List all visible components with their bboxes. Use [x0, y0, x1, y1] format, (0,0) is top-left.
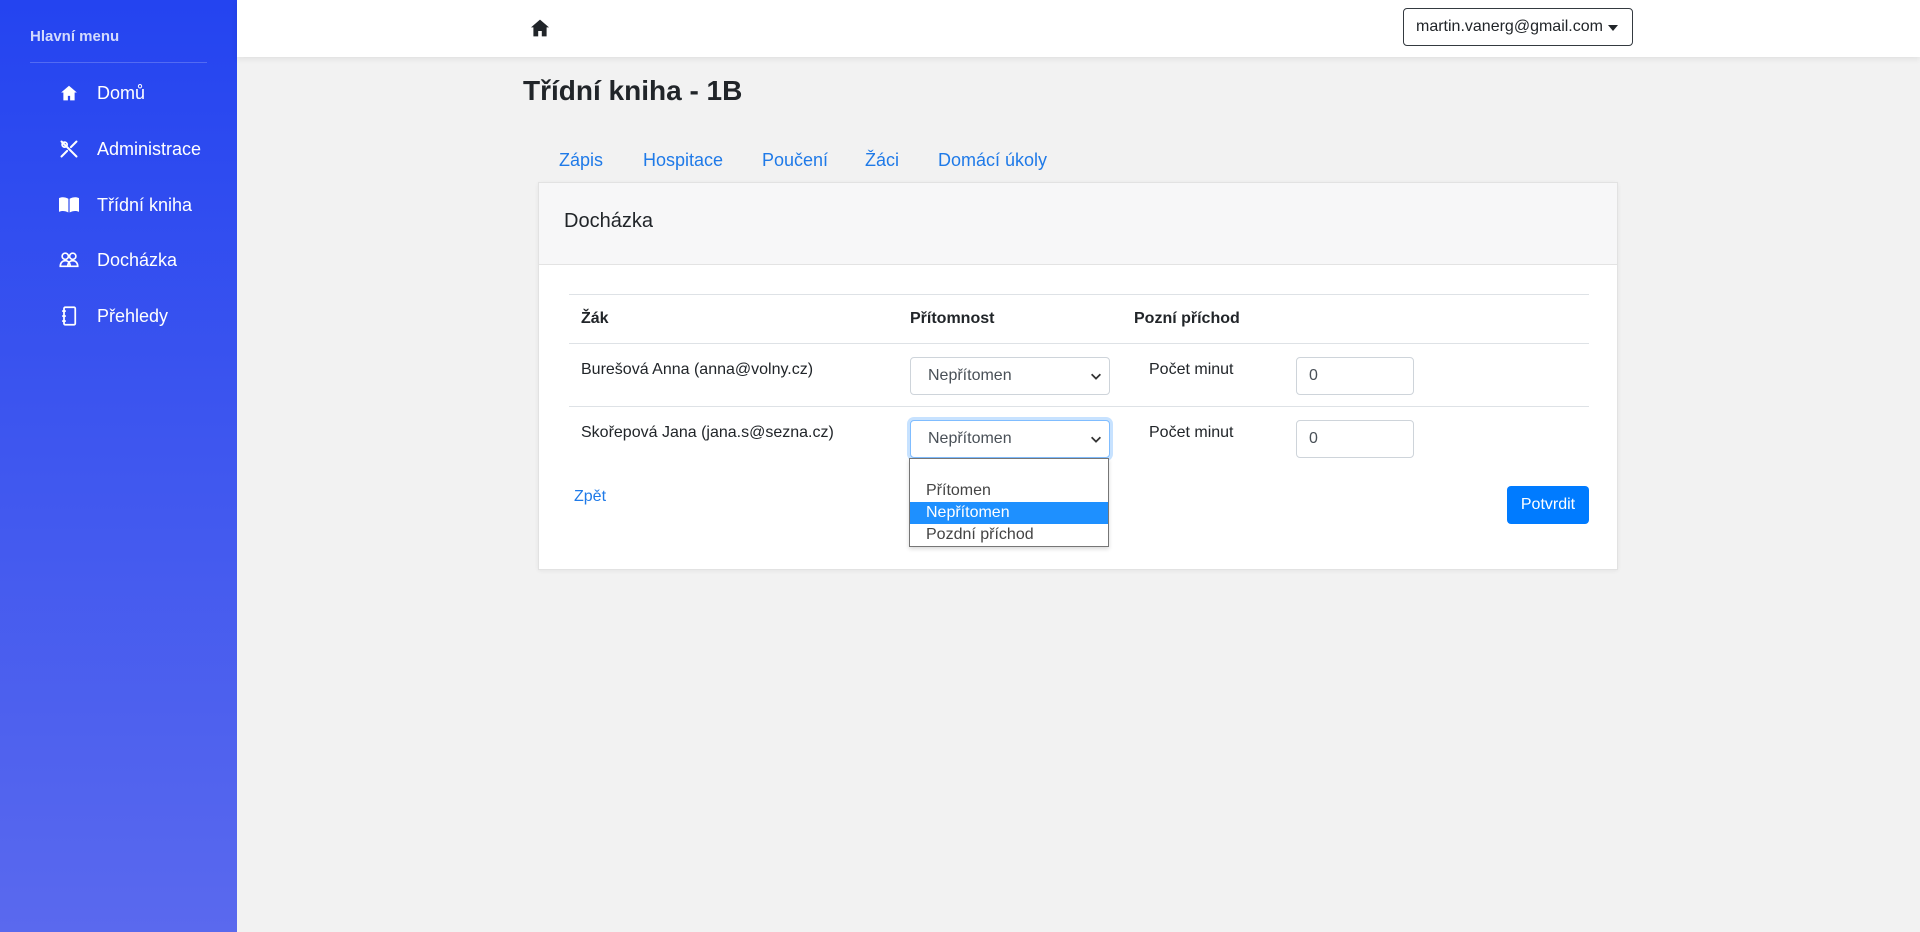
- presence-select[interactable]: Nepřítomen: [910, 357, 1110, 395]
- sidebar-item-label: Domů: [97, 82, 146, 103]
- minutes-input-value: 0: [1309, 367, 1318, 384]
- minutes-input-value: 0: [1309, 430, 1318, 447]
- sidebar-item-label: Docházka: [97, 249, 178, 270]
- top-navbar: martin.vanerg@gmail.com: [237, 0, 1920, 57]
- tab-zaci[interactable]: Žáci: [865, 150, 899, 171]
- tools-icon: [58, 138, 80, 160]
- user-email: martin.vanerg@gmail.com: [1416, 18, 1603, 35]
- column-header-presence: Přítomnost: [910, 310, 995, 327]
- column-header-student: Žák: [581, 310, 609, 327]
- sidebar-item-label: Třídní kniha: [97, 194, 193, 215]
- tab-domaci-ukoly[interactable]: Domácí úkoly: [938, 150, 1047, 171]
- sidebar-item-prehledy[interactable]: Přehledy: [0, 294, 237, 338]
- confirm-button[interactable]: Potvrdit: [1507, 486, 1589, 524]
- sidebar-item-tridni-kniha[interactable]: Třídní kniha: [0, 183, 237, 227]
- table-divider: [569, 343, 1589, 344]
- option-nepritomen[interactable]: Nepřítomen: [910, 502, 1108, 524]
- minutes-input[interactable]: 0: [1296, 357, 1414, 395]
- tab-zapis[interactable]: Zápis: [559, 150, 603, 171]
- tab-hospitace[interactable]: Hospitace: [643, 150, 723, 171]
- journal-icon: [58, 305, 80, 327]
- minutes-label: Počet minut: [1149, 361, 1234, 378]
- card-title: Docházka: [564, 210, 653, 232]
- sidebar: Hlavní menu Domů Administrace Třídní kni…: [0, 0, 237, 932]
- sidebar-item-dochazka[interactable]: Docházka: [0, 238, 237, 282]
- home-button[interactable]: [528, 16, 552, 40]
- tab-pouceni[interactable]: Poučení: [762, 150, 828, 171]
- card-header: Docházka: [539, 183, 1617, 265]
- people-icon: [58, 249, 80, 271]
- table-divider: [569, 406, 1589, 407]
- student-name: Skořepová Jana (jana.s@sezna.cz): [581, 424, 834, 441]
- page-title: Třídní kniha - 1B: [523, 75, 743, 106]
- presence-options-list: Přítomen Nepřítomen Pozdní příchod: [909, 458, 1109, 547]
- presence-select[interactable]: Nepřítomen: [910, 420, 1110, 458]
- home-icon: [58, 82, 80, 104]
- option-pozdni-prichod[interactable]: Pozdní příchod: [910, 524, 1108, 546]
- sidebar-heading: Hlavní menu: [30, 28, 120, 45]
- sidebar-item-administrace[interactable]: Administrace: [0, 127, 237, 171]
- home-icon: [531, 19, 549, 37]
- table-divider: [569, 294, 1589, 295]
- minutes-label: Počet minut: [1149, 424, 1234, 441]
- minutes-input[interactable]: 0: [1296, 420, 1414, 458]
- chevron-down-icon: [1091, 436, 1101, 443]
- presence-select-value: Nepřítomen: [928, 430, 1012, 447]
- book-icon: [58, 194, 80, 216]
- chevron-down-icon: [1091, 373, 1101, 380]
- presence-select-value: Nepřítomen: [928, 367, 1012, 384]
- back-link[interactable]: Zpět: [574, 488, 606, 506]
- user-menu-dropdown[interactable]: martin.vanerg@gmail.com: [1403, 8, 1633, 46]
- caret-down-icon: [1608, 25, 1618, 31]
- sidebar-item-label: Přehledy: [97, 305, 169, 326]
- option-pritomen[interactable]: Přítomen: [910, 480, 1108, 502]
- student-name: Burešová Anna (anna@volny.cz): [581, 361, 814, 378]
- sidebar-item-label: Administrace: [97, 138, 202, 159]
- sidebar-divider: [30, 62, 207, 63]
- column-header-late: Pozní příchod: [1134, 310, 1240, 327]
- sidebar-item-home[interactable]: Domů: [0, 71, 237, 115]
